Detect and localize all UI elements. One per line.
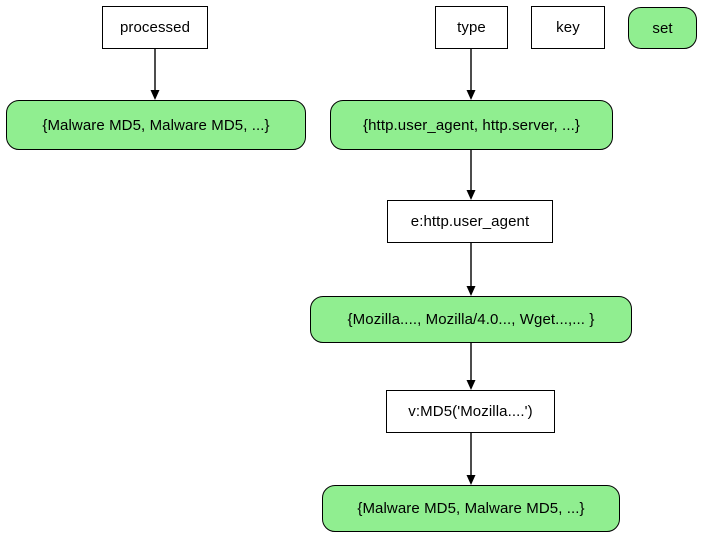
edge-http-keys-to-e-http-user-agent <box>466 150 476 200</box>
node-type[interactable]: type <box>435 6 508 49</box>
node-malware_md5_bottom[interactable]: {Malware MD5, Malware MD5, ...} <box>322 485 620 532</box>
node-e_http_user_agent[interactable]: e:http.user_agent <box>387 200 553 243</box>
diagram-canvas: processed type key set {Malware MD5, Malware… <box>0 0 704 539</box>
edge-v-md5-to-malware-md5-bottom <box>466 433 476 485</box>
arrowhead-icon <box>466 90 476 100</box>
edge-e-http-user-agent-to-mozilla-set <box>466 243 476 296</box>
node-label-key: key <box>556 19 580 36</box>
node-label-malware_md5_bottom: {Malware MD5, Malware MD5, ...} <box>357 500 585 517</box>
node-label-e_http_user_agent: e:http.user_agent <box>410 213 530 230</box>
node-mozilla_set[interactable]: {Mozilla...., Mozilla/4.0..., Wget...,..… <box>310 296 632 343</box>
node-label-v_md5_mozilla: v:MD5('Mozilla....') <box>408 403 533 420</box>
arrowhead-icon <box>466 475 476 485</box>
arrowhead-icon <box>150 90 160 100</box>
node-label-set: set <box>652 19 673 37</box>
node-key[interactable]: key <box>531 6 605 49</box>
edge-processed-to-malware-md5-top <box>150 49 160 100</box>
node-v_md5_mozilla[interactable]: v:MD5('Mozilla....') <box>386 390 555 433</box>
node-label-malware_md5_top: {Malware MD5, Malware MD5, ...} <box>42 116 270 134</box>
node-http_keys[interactable]: {http.user_agent, http.server, ...} <box>330 100 613 150</box>
node-label-mozilla_set: {Mozilla...., Mozilla/4.0..., Wget...,..… <box>347 311 595 328</box>
arrowhead-icon <box>466 190 476 200</box>
arrowhead-icon <box>466 286 476 296</box>
node-label-http_keys: {http.user_agent, http.server, ...} <box>363 116 580 134</box>
node-malware_md5_top[interactable]: {Malware MD5, Malware MD5, ...} <box>6 100 306 150</box>
arrowhead-icon <box>466 380 476 390</box>
edge-mozilla-set-to-v-md5 <box>466 343 476 390</box>
node-processed[interactable]: processed <box>102 6 208 49</box>
edge-type-to-http-keys <box>466 49 476 100</box>
node-set[interactable]: set <box>628 7 697 49</box>
edge-layer <box>150 49 476 485</box>
node-label-type: type <box>457 19 486 36</box>
node-label-processed: processed <box>119 19 191 36</box>
